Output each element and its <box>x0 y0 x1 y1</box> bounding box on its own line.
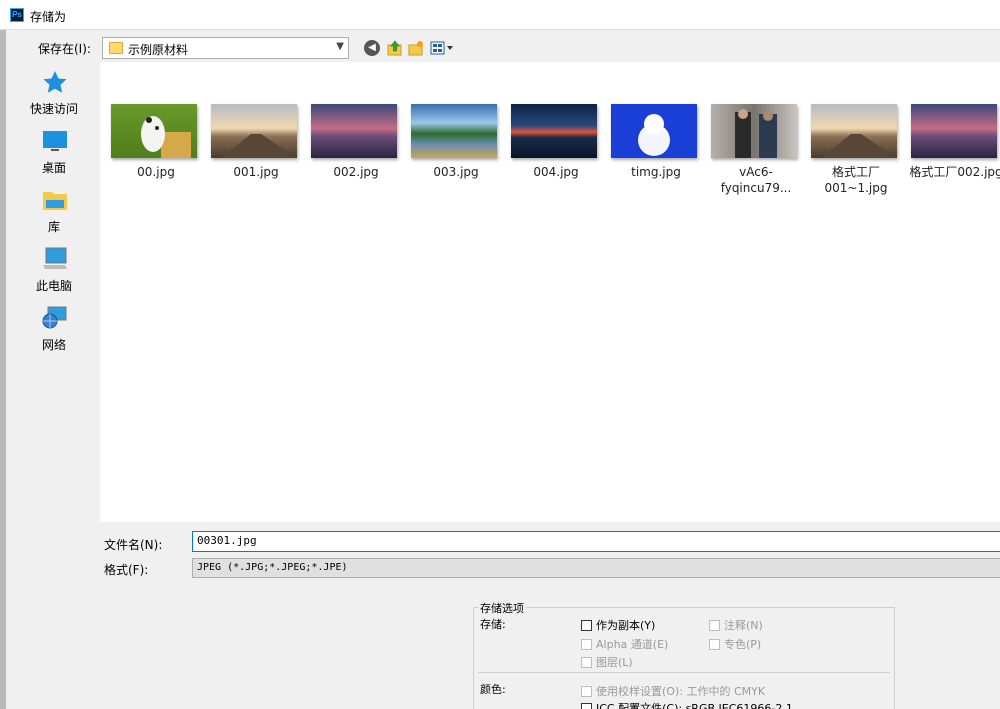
file-thumbnail <box>111 104 197 158</box>
filename-input[interactable]: 00301.jpg <box>192 531 1000 552</box>
options-divider <box>478 672 890 673</box>
spot-colors-checkbox[interactable]: 专色(P) <box>709 636 761 652</box>
as-copy-checkbox[interactable]: 作为副本(Y) <box>581 617 655 633</box>
desktop-icon <box>43 131 67 151</box>
save-section-label: 存储: <box>480 618 506 631</box>
place-desktop[interactable]: 桌面 <box>8 125 100 183</box>
file-thumbnail <box>811 104 897 158</box>
up-folder-button[interactable] <box>387 40 403 56</box>
file-thumbnail <box>711 104 797 158</box>
file-list[interactable]: 00.jpg 001.jpg 002.jpg 003.jpg 004.jpg t… <box>100 62 1000 522</box>
checkbox-box <box>581 656 592 668</box>
icc-profile-checkbox[interactable]: ICC 配置文件(C): sRGB IEC61966-2.1 <box>581 700 793 709</box>
places-bar: 快速访问 桌面 库 此电脑 网络 <box>8 62 100 592</box>
alpha-channels-checkbox[interactable]: Alpha 通道(E) <box>581 636 668 652</box>
checkbox-box <box>709 638 720 650</box>
save-in-value: 示例原材料 <box>128 43 189 57</box>
file-thumbnail <box>911 104 997 158</box>
folder-icon <box>109 42 123 54</box>
file-thumbnail <box>511 104 597 158</box>
place-this-pc[interactable]: 此电脑 <box>8 243 100 301</box>
save-in-dropdown[interactable]: 示例原材料 ▼ <box>102 37 349 59</box>
filename-label: 文件名(N): <box>104 538 163 552</box>
window-left-edge <box>0 30 6 709</box>
file-thumbnail <box>611 104 697 158</box>
checkbox-box <box>709 619 720 631</box>
library-folder-icon <box>43 192 67 210</box>
file-thumbnail <box>211 104 297 158</box>
checkbox-box <box>581 638 592 650</box>
new-folder-icon <box>408 41 423 56</box>
place-quick-access[interactable]: 快速访问 <box>8 66 100 124</box>
file-name-line1: 格式工厂 <box>831 165 880 179</box>
file-name-line2: 001~1.jpg <box>824 181 888 195</box>
back-button[interactable]: ◀ <box>364 40 380 56</box>
title-bar: Ps 存储为 <box>0 0 1000 30</box>
use-proof-setup-checkbox[interactable]: 使用校样设置(O): 工作中的 CMYK <box>581 683 765 699</box>
place-network[interactable]: 网络 <box>8 302 100 360</box>
save-options-legend: 存储选项 <box>478 600 526 616</box>
file-thumbnail <box>311 104 397 158</box>
window-title: 存储为 <box>30 10 67 24</box>
photoshop-app-icon: Ps <box>10 8 24 22</box>
checkbox-box <box>581 619 592 631</box>
star-icon <box>43 71 67 93</box>
checkbox-box <box>581 702 592 709</box>
place-library[interactable]: 库 <box>8 184 100 242</box>
save-in-label: 保存在(I): <box>38 42 91 56</box>
up-folder-icon <box>387 40 402 56</box>
format-label: 格式(F): <box>104 563 149 577</box>
format-dropdown[interactable]: JPEG (*.JPG;*.JPEG;*.JPE) <box>192 558 1000 578</box>
network-icon <box>42 306 67 329</box>
color-section-label: 颜色: <box>480 683 506 696</box>
file-thumbnail <box>411 104 497 158</box>
checkbox-box <box>581 685 592 697</box>
computer-icon <box>43 247 67 269</box>
view-grid-icon <box>430 41 453 55</box>
notes-checkbox[interactable]: 注释(N) <box>709 617 763 633</box>
new-folder-button[interactable] <box>408 40 424 56</box>
layers-checkbox[interactable]: 图层(L) <box>581 654 633 670</box>
view-menu-button[interactable] <box>430 40 454 56</box>
chevron-down-icon: ▼ <box>336 41 344 52</box>
